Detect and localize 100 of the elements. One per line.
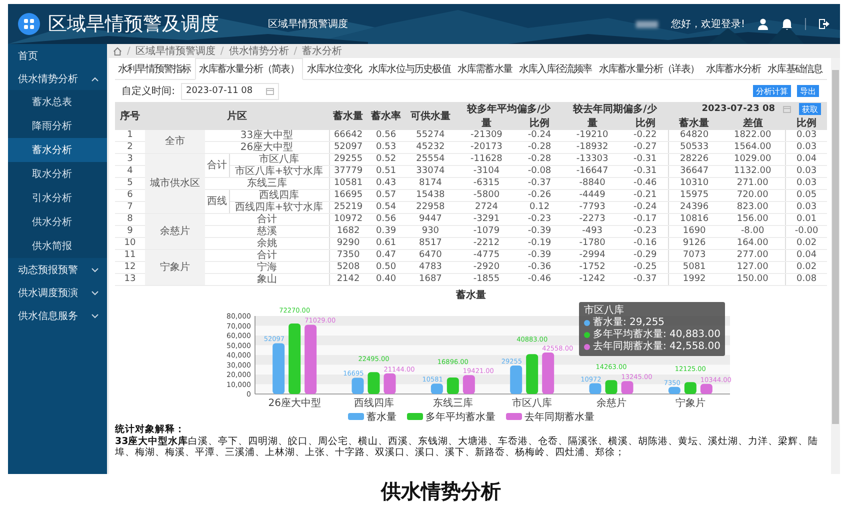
table-cell: 7350 xyxy=(329,250,368,262)
table-cell: 0.53 xyxy=(367,142,406,154)
table-cell: 2724 xyxy=(456,202,518,214)
table-cell: -0.21 xyxy=(622,190,668,202)
table-cell: -0.16 xyxy=(622,238,668,250)
compare-date[interactable]: 2023-07-23 08 xyxy=(702,104,775,114)
table-cell: 合计 xyxy=(205,214,329,226)
tab[interactable]: 水库入库径流频率 xyxy=(516,58,595,79)
table-cell: -493 xyxy=(562,226,623,238)
breadcrumb-link[interactable]: 区域旱情预警调度 xyxy=(135,44,216,58)
table-cell: -0.28 xyxy=(517,142,562,154)
table-cell: -0.17 xyxy=(622,214,668,226)
table-cell: -19210 xyxy=(562,130,623,142)
table-cell: 16695 xyxy=(329,190,368,202)
table-cell: 市区八库 xyxy=(229,154,329,166)
sidebar-item[interactable]: 供水情势分析 xyxy=(8,67,107,90)
table-cell: 2 xyxy=(115,142,145,154)
column-header: 比例 xyxy=(622,116,668,130)
sidebar-subitem[interactable]: 蓄水分析 xyxy=(8,138,107,162)
table-cell: 0.03 xyxy=(786,130,827,142)
tab[interactable]: 水库蓄水量分析（详表） xyxy=(596,58,702,79)
table-cell: 10 xyxy=(115,238,145,250)
app-title: 区域旱情预警及调度 xyxy=(48,12,219,37)
legend-swatch[interactable] xyxy=(506,413,522,420)
table-cell: 13 xyxy=(115,274,145,286)
table-cell: 0.04 xyxy=(786,250,827,262)
table-cell: 277.00 xyxy=(720,250,786,262)
sidebar-item[interactable]: 供水信息服务 xyxy=(8,304,107,327)
table-cell: -1242 xyxy=(562,274,623,286)
home-icon[interactable] xyxy=(113,46,122,56)
sidebar-subitem[interactable]: 取水分析 xyxy=(8,162,107,186)
sidebar-subitem[interactable]: 供水分析 xyxy=(8,210,107,234)
sidebar-item[interactable]: 动态预报预警 xyxy=(8,258,107,281)
chevron-icon xyxy=(91,76,99,82)
table-cell: 823.00 xyxy=(720,202,786,214)
table-cell: 5081 xyxy=(668,262,720,274)
tooltip-text: 多年平均蓄水量: 40,883.00 xyxy=(593,329,720,340)
legend-swatch[interactable] xyxy=(406,413,422,420)
tab[interactable]: 水库水位与历史极值 xyxy=(366,58,454,79)
bar xyxy=(462,375,475,394)
column-header: 较去年同期偏多/少 xyxy=(562,102,668,116)
table-cell: 0.50 xyxy=(367,262,406,274)
logout-icon[interactable] xyxy=(818,18,830,30)
field-label: 自定义时间: xyxy=(120,84,175,98)
table-cell: -0.23 xyxy=(622,226,668,238)
user-icon[interactable] xyxy=(757,18,769,30)
column-header: 量 xyxy=(562,116,623,130)
table-cell: -2994 xyxy=(562,250,623,262)
table-cell: -16647 xyxy=(562,166,623,178)
breadcrumb-separator: / xyxy=(220,46,224,56)
table-cell: 127.00 xyxy=(720,262,786,274)
bar xyxy=(526,354,538,394)
date-field[interactable]: 2023-07-11 08 xyxy=(181,82,279,100)
sidebar-subitem[interactable]: 引水分析 xyxy=(8,186,107,210)
tab[interactable]: 水库需蓄水量 xyxy=(454,58,516,79)
table-cell: -0.23 xyxy=(517,214,562,226)
bell-icon[interactable] xyxy=(781,18,793,30)
tab[interactable]: 水库蓄水量分析（简表） xyxy=(194,58,303,80)
table-cell: -0.37 xyxy=(517,178,562,190)
legend-label[interactable]: 去年同期蓄水量 xyxy=(524,410,594,424)
table-cell: -18932 xyxy=(562,142,623,154)
table-cell: 0.56 xyxy=(367,130,406,142)
chevron-icon xyxy=(91,290,99,296)
axis-label: 东线三库 xyxy=(432,398,473,409)
column-header: 可供水量 xyxy=(405,102,456,130)
table-cell: 24396 xyxy=(668,202,720,214)
tab[interactable]: 水库水位变化 xyxy=(304,58,365,79)
sidebar-subitem[interactable]: 蓄水总表 xyxy=(8,90,107,114)
tab[interactable]: 水库蓄水分析 xyxy=(702,58,764,79)
sidebar-item[interactable]: 供水调度预演 xyxy=(8,281,107,304)
sidebar-subitem[interactable]: 供水简报 xyxy=(8,234,107,258)
sidebar-item[interactable]: 首页 xyxy=(8,44,107,67)
table-cell: -2273 xyxy=(562,214,623,226)
table-cell: 0.03 xyxy=(786,178,827,190)
calendar-icon xyxy=(266,87,274,95)
table-cell: 0.43 xyxy=(367,178,406,190)
sidebar-subitem[interactable]: 降雨分析 xyxy=(8,114,107,138)
tab[interactable]: 水利旱情预警指标 xyxy=(115,58,194,79)
legend-swatch[interactable] xyxy=(348,413,364,420)
axis-label: 西线四库 xyxy=(354,398,394,409)
table-cell: -0.28 xyxy=(517,154,562,166)
table-cell: -5800 xyxy=(456,190,518,202)
breadcrumb-link[interactable]: 供水情势分析 xyxy=(228,44,289,58)
chevron-icon xyxy=(91,312,99,318)
legend-label[interactable]: 蓄水量 xyxy=(366,410,396,424)
table-cell: -8840 xyxy=(562,178,623,190)
table-cell: 全市 xyxy=(145,130,205,154)
chart-title: 蓄水量 xyxy=(455,288,487,302)
scrollbar[interactable] xyxy=(831,58,840,474)
table-cell: 150.00 xyxy=(720,274,786,286)
table-cell: 55274 xyxy=(405,130,456,142)
column-header: 较多年平均偏多/少 xyxy=(456,102,562,116)
table-cell: -0.22 xyxy=(622,130,668,142)
table-cell: -0.46 xyxy=(622,178,668,190)
breadcrumb-link[interactable]: 蓄水分析 xyxy=(302,44,342,58)
legend-label[interactable]: 多年平均蓄水量 xyxy=(426,410,496,424)
table-cell: 0.39 xyxy=(367,226,406,238)
tab[interactable]: 水库基础信息 xyxy=(764,58,826,79)
table-cell: -0.25 xyxy=(622,262,668,274)
table-cell: 10310 xyxy=(668,178,720,190)
